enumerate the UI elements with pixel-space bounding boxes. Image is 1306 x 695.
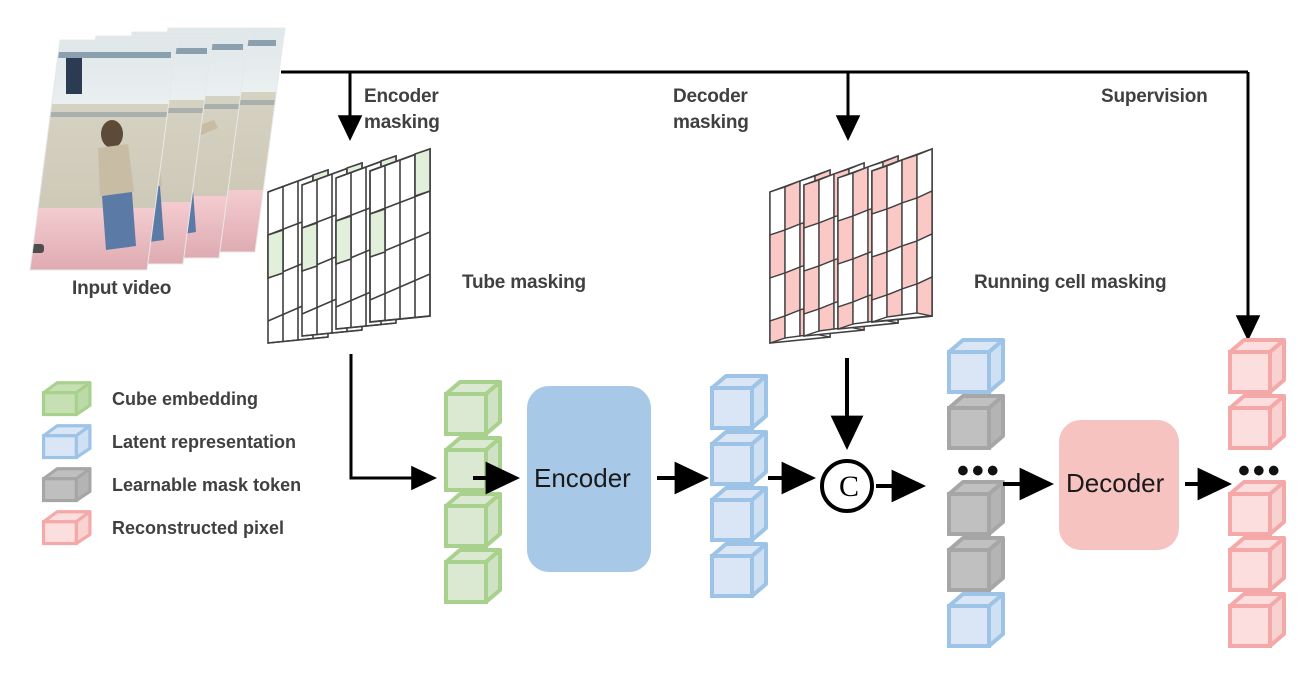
legend-label-learnable-mask-token: Learnable mask token (112, 475, 302, 495)
label-decoder: Decoder (1066, 468, 1165, 498)
mixed-token-column (947, 338, 1005, 648)
legend-item-cube-embedding: Cube embedding (38, 378, 301, 421)
label-running-cell-masking: Running cell masking (974, 272, 1167, 293)
diagram-canvas: Input video Encoder masking Decoder mask… (0, 0, 1306, 695)
reconstructed-output-column (1228, 338, 1286, 648)
label-input-video: Input video (72, 278, 172, 299)
ellipsis-output: ••• (1238, 452, 1283, 490)
cube-embedding-icon (38, 380, 100, 420)
latent-representation-icon (38, 423, 100, 463)
cube-embedding-column (444, 380, 502, 604)
label-decoder-masking-line1: Decoder (673, 86, 748, 107)
label-decoder-masking: Decoder masking (673, 84, 749, 136)
legend-item-latent-representation: Latent representation (38, 421, 301, 464)
label-encoder-masking-line2: masking (364, 112, 440, 133)
legend: Cube embedding Latent representation Lea… (38, 378, 301, 550)
concat-label: C (839, 470, 860, 503)
tube-masking-grid (267, 147, 431, 344)
tube-to-embedding-path (349, 354, 438, 491)
label-decoder-masking-line2: masking (673, 112, 749, 133)
label-encoder-masking: Encoder masking (364, 84, 440, 136)
running-cell-masking-grid (769, 147, 933, 344)
legend-item-reconstructed-pixel: Reconstructed pixel (38, 507, 301, 550)
reconstructed-pixel-icon (38, 509, 100, 549)
legend-item-learnable-mask-token: Learnable mask token (38, 464, 301, 507)
input-video-frames (29, 27, 286, 271)
label-encoder: Encoder (534, 463, 631, 493)
tube-plane-4 (369, 147, 431, 323)
ellipsis-mid: ••• (957, 452, 1002, 490)
legend-label-latent-representation: Latent representation (112, 432, 297, 452)
cell-plane-4 (871, 147, 933, 323)
learnable-mask-token-icon (38, 466, 100, 506)
label-supervision: Supervision (1101, 86, 1208, 107)
latent-column (710, 374, 768, 598)
label-tube-masking: Tube masking (462, 272, 586, 293)
legend-label-cube-embedding: Cube embedding (112, 389, 259, 409)
label-encoder-masking-line1: Encoder (364, 86, 439, 107)
legend-label-reconstructed-pixel: Reconstructed pixel (112, 518, 285, 538)
